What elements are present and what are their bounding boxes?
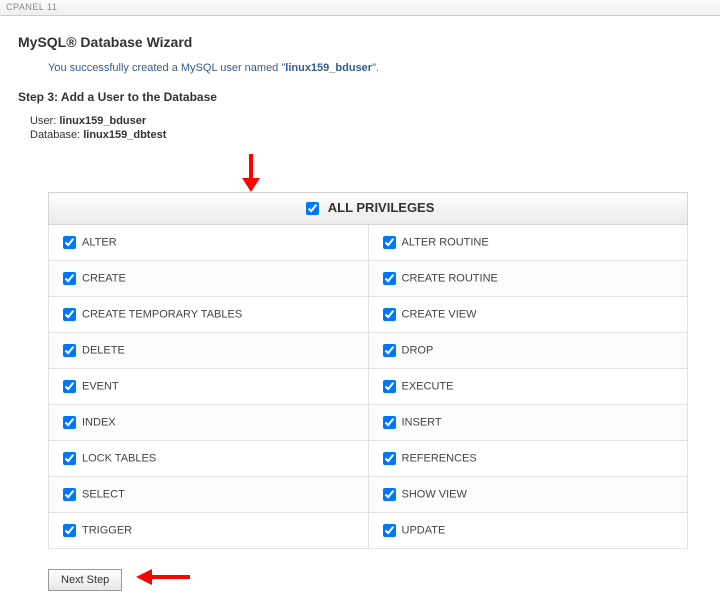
user-db-block: User: linux159_bduser Database: linux159… <box>30 114 702 142</box>
table-row: TRIGGER UPDATE <box>49 513 688 549</box>
created-user-name: linux159_bduser <box>285 62 372 74</box>
privilege-checkbox[interactable] <box>63 308 76 321</box>
privilege-checkbox[interactable] <box>63 416 76 429</box>
privilege-checkbox[interactable] <box>383 452 396 465</box>
table-row: INDEX INSERT <box>49 405 688 441</box>
privilege-label: DROP <box>402 344 434 356</box>
privilege-cell: INDEX <box>49 405 369 441</box>
table-row: CREATE CREATE ROUTINE <box>49 261 688 297</box>
privilege-label: ALTER <box>82 236 117 248</box>
page-title: MySQL® Database Wizard <box>18 34 702 50</box>
annotation-arrow-right <box>132 565 192 592</box>
privilege-checkbox[interactable] <box>63 272 76 285</box>
privilege-label: CREATE <box>82 272 126 284</box>
table-row: EVENT EXECUTE <box>49 369 688 405</box>
all-privileges-header: ALL PRIVILEGES <box>49 193 688 225</box>
privilege-label: EVENT <box>82 380 119 392</box>
privilege-label: REFERENCES <box>402 452 477 464</box>
privilege-checkbox[interactable] <box>63 380 76 393</box>
success-suffix: ". <box>372 62 379 74</box>
table-row: CREATE TEMPORARY TABLES CREATE VIEW <box>49 297 688 333</box>
privilege-cell: ALTER <box>49 225 369 261</box>
privilege-checkbox[interactable] <box>63 344 76 357</box>
privilege-checkbox[interactable] <box>63 236 76 249</box>
table-row: LOCK TABLES REFERENCES <box>49 441 688 477</box>
privilege-label: EXECUTE <box>402 380 454 392</box>
privilege-cell: UPDATE <box>368 513 688 549</box>
privilege-checkbox[interactable] <box>63 488 76 501</box>
privilege-checkbox[interactable] <box>63 452 76 465</box>
privilege-label: CREATE TEMPORARY TABLES <box>82 308 242 320</box>
table-row: ALTER ALTER ROUTINE <box>49 225 688 261</box>
privilege-label: UPDATE <box>402 524 446 536</box>
privilege-cell: DELETE <box>49 333 369 369</box>
privilege-checkbox[interactable] <box>383 488 396 501</box>
privilege-checkbox[interactable] <box>383 236 396 249</box>
all-privileges-checkbox[interactable] <box>306 202 319 215</box>
annotation-arrow-down <box>236 152 266 192</box>
privilege-checkbox[interactable] <box>63 524 76 537</box>
table-row: SELECT SHOW VIEW <box>49 477 688 513</box>
privilege-label: LOCK TABLES <box>82 452 156 464</box>
privilege-cell: SELECT <box>49 477 369 513</box>
privilege-label: SHOW VIEW <box>402 488 467 500</box>
privilege-label: TRIGGER <box>82 524 132 536</box>
privilege-label: SELECT <box>82 488 125 500</box>
all-privileges-label: ALL PRIVILEGES <box>328 200 435 215</box>
success-message: You successfully created a MySQL user na… <box>48 62 702 74</box>
privilege-checkbox[interactable] <box>383 416 396 429</box>
success-prefix: You successfully created a MySQL user na… <box>48 62 285 74</box>
privilege-cell: CREATE TEMPORARY TABLES <box>49 297 369 333</box>
table-row: DELETE DROP <box>49 333 688 369</box>
privilege-label: INSERT <box>402 416 442 428</box>
user-value: linux159_bduser <box>59 115 146 127</box>
privilege-checkbox[interactable] <box>383 380 396 393</box>
privilege-cell: LOCK TABLES <box>49 441 369 477</box>
step-heading: Step 3: Add a User to the Database <box>18 90 702 104</box>
privilege-cell: CREATE ROUTINE <box>368 261 688 297</box>
privilege-cell: EXECUTE <box>368 369 688 405</box>
privilege-label: CREATE ROUTINE <box>402 272 498 284</box>
privilege-cell: TRIGGER <box>49 513 369 549</box>
db-value: linux159_dbtest <box>83 129 166 141</box>
user-label: User: <box>30 115 56 127</box>
privilege-label: ALTER ROUTINE <box>402 236 489 248</box>
privileges-table: ALL PRIVILEGES ALTERALTER ROUTINECREATEC… <box>48 192 688 549</box>
top-bar-label: CPANEL 11 <box>6 2 57 12</box>
privilege-cell: REFERENCES <box>368 441 688 477</box>
privilege-cell: DROP <box>368 333 688 369</box>
privilege-checkbox[interactable] <box>383 272 396 285</box>
privilege-cell: CREATE <box>49 261 369 297</box>
privilege-cell: EVENT <box>49 369 369 405</box>
privilege-label: INDEX <box>82 416 116 428</box>
privilege-cell: ALTER ROUTINE <box>368 225 688 261</box>
privilege-cell: CREATE VIEW <box>368 297 688 333</box>
db-label: Database: <box>30 129 80 141</box>
privilege-label: CREATE VIEW <box>402 308 477 320</box>
next-step-button[interactable]: Next Step <box>48 569 122 591</box>
top-bar: CPANEL 11 <box>0 0 720 16</box>
privilege-cell: INSERT <box>368 405 688 441</box>
privilege-checkbox[interactable] <box>383 344 396 357</box>
privilege-checkbox[interactable] <box>383 308 396 321</box>
privilege-label: DELETE <box>82 344 125 356</box>
privilege-cell: SHOW VIEW <box>368 477 688 513</box>
privilege-checkbox[interactable] <box>383 524 396 537</box>
